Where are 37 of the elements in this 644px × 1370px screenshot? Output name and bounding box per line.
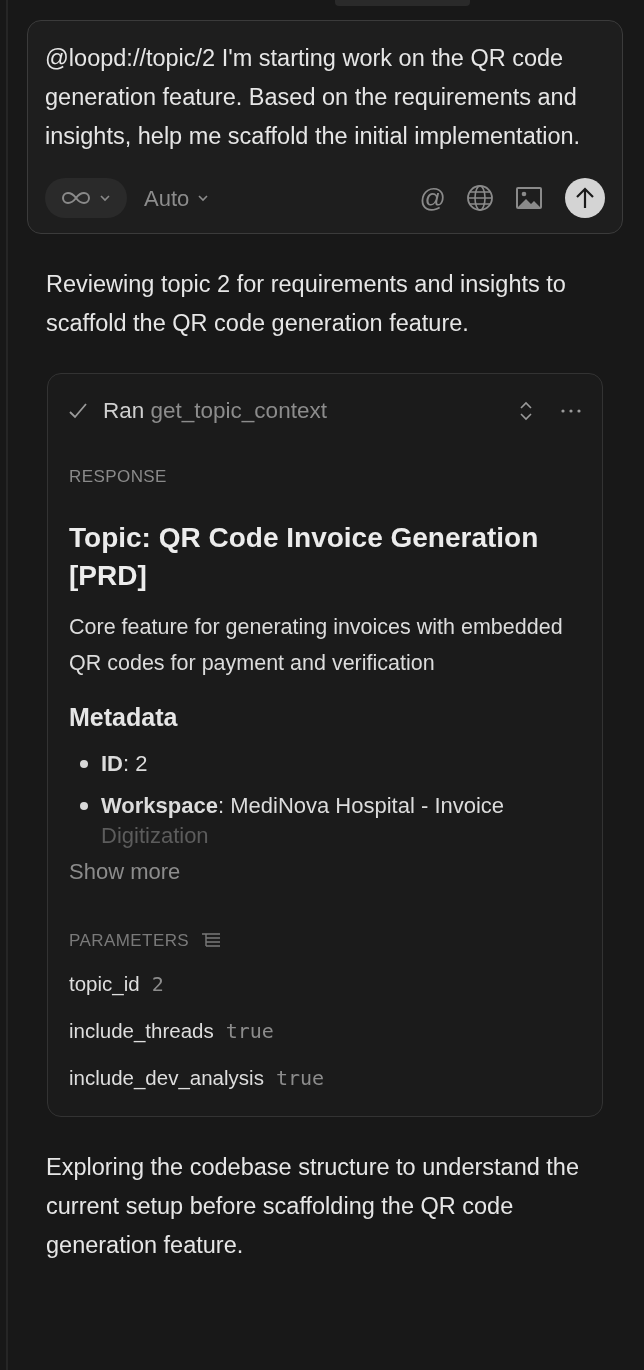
globe-icon [466, 184, 494, 212]
prompt-text: @loopd://topic/2 I'm starting work on the QR code generation feature. Based on the requirements and insights, help me scaffold the initial implementation. [45, 44, 582, 151]
parameter-name: include_threads [69, 1018, 214, 1045]
mention-button[interactable]: @ [419, 185, 446, 211]
section-heading: Metadata [69, 702, 179, 734]
parameter-value: true [275, 1064, 325, 1092]
image-button[interactable] [515, 186, 543, 210]
topic-title: Topic: QR Code Invoice Generation [PRD] [69, 521, 540, 594]
mode-selector[interactable] [45, 178, 127, 218]
section-label: RESPONSE [69, 465, 168, 488]
prompt-box[interactable]: @loopd://topic/2 I'm starting work on the QR code generation feature. Based on the requirements and insights, help me scaffold the initial implementation. Auto @ [27, 20, 623, 234]
section-label: PARAMETERS [69, 929, 190, 952]
parameter-value: 2 [151, 971, 164, 999]
parameter-name: topic_id [69, 971, 140, 998]
topic-description: Core feature for generating invoices with embedded QR codes for payment and verification [69, 614, 564, 678]
tool-run-title: Ran get_topic_context [103, 397, 327, 425]
list-item-text: Workspace: MediNova Hospital - Invoice [101, 791, 505, 820]
arrow-up-icon [574, 186, 596, 210]
parameter-value: true [225, 1018, 274, 1045]
parameter-name: include_dev_analysis [69, 1064, 264, 1092]
chevrons-icon [519, 399, 533, 422]
image-icon [515, 186, 543, 210]
list-item-text: Digitization [101, 821, 209, 850]
show-more-link[interactable]: Show more [69, 854, 181, 888]
message-text: Exploring the codebase structure to understand the current setup before scaffolding the QR code generation feature. [45, 1152, 580, 1260]
more-button[interactable] [561, 408, 581, 413]
chevron-down-icon [197, 194, 210, 202]
infinity-icon [61, 191, 91, 205]
message-text: Reviewing topic 2 for requirements and insights to scaffold the QR code generation feature. [45, 270, 567, 338]
send-button[interactable] [565, 178, 605, 218]
list-icon [201, 932, 222, 949]
expand-button[interactable] [519, 399, 533, 422]
list-item-text: ID: 2 [101, 749, 148, 778]
globe-button[interactable] [466, 184, 494, 212]
ellipsis-icon [561, 408, 581, 413]
model-dropdown[interactable]: Auto [144, 181, 210, 215]
chevron-down-icon [99, 194, 111, 202]
